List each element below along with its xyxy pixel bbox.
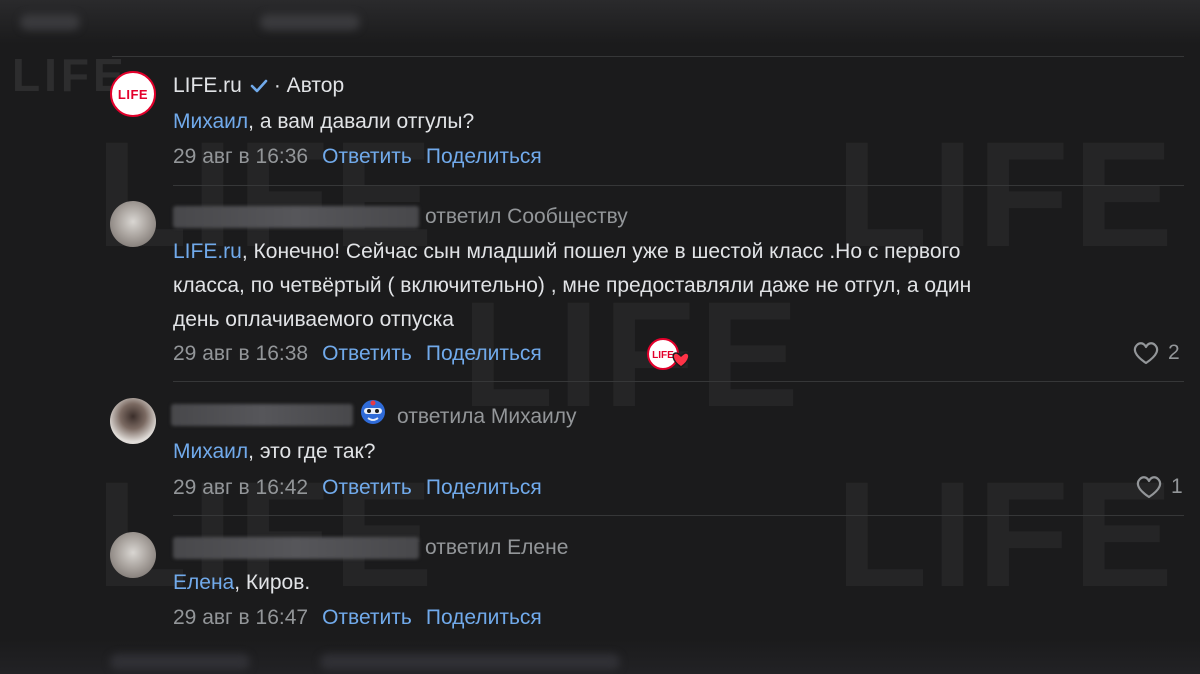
author-name-redacted[interactable] [173,537,419,559]
svg-text:LIFE: LIFE [652,350,674,361]
heart-outline-icon [1133,342,1159,365]
timestamp[interactable]: 29 авг в 16:42 [173,476,308,499]
comment-text: Елена, Киров. [173,570,310,596]
avatar[interactable] [110,398,156,444]
mention-link[interactable]: Михаил [173,440,248,463]
reply-button[interactable]: Ответить [322,606,412,629]
reply-to-label: ответил Елене [425,536,569,559]
share-button[interactable]: Поделиться [426,606,542,629]
blurred-bottom-area [0,640,1200,674]
reply-button[interactable]: Ответить [322,342,412,365]
timestamp[interactable]: 29 авг в 16:38 [173,342,308,365]
divider [112,56,1184,57]
mention-link[interactable]: LIFE.ru [173,240,242,263]
share-button[interactable]: Поделиться [426,145,542,168]
author-name-redacted[interactable] [171,404,353,426]
comment-body: , а вам давали отгулы? [248,110,475,133]
comment-body: , Конечно! Сейчас сын младший пошел уже … [241,240,961,263]
comment-footer: 29 авг в 16:42 Ответить Поделиться [173,475,556,501]
like-count: 2 [1168,341,1180,364]
like-button[interactable]: 1 [1135,475,1183,499]
avatar-logo-text: LIFE [117,86,149,102]
author-name-redacted[interactable] [173,206,419,228]
comment-body: , это где так? [248,440,376,463]
avatar[interactable] [110,532,156,578]
heart-outline-icon [1136,476,1162,499]
comment-header: LIFE.ru · Автор [173,73,344,99]
avatar[interactable] [110,201,156,247]
verified-check-icon [250,80,268,93]
divider [173,381,1184,382]
share-button[interactable]: Поделиться [426,342,542,365]
comment-text: Михаил, а вам давали отгулы? [173,109,474,135]
comment-text-line: день оплачиваемого отпуска [173,308,454,331]
timestamp[interactable]: 29 авг в 16:47 [173,606,308,629]
mention-link[interactable]: Михаил [173,110,248,133]
divider [173,185,1184,186]
share-button[interactable]: Поделиться [426,476,542,499]
avatar[interactable]: LIFE [110,71,156,117]
like-button[interactable]: 2 [1132,341,1180,365]
reply-button[interactable]: Ответить [322,476,412,499]
mention-link[interactable]: Елена [173,571,234,594]
comment-body: , Киров. [234,571,311,594]
blurred-top-area [0,0,1200,44]
watermark-logo: LIFE [836,448,1177,621]
author-role: · Автор [273,74,345,97]
comment-footer: 29 авг в 16:38 Ответить Поделиться [173,341,556,367]
like-count: 1 [1171,475,1183,498]
timestamp[interactable]: 29 авг в 16:36 [173,145,308,168]
reply-button[interactable]: Ответить [322,145,412,168]
sticker-badge-icon [361,400,385,424]
author-like-badge-icon: LIFE [647,338,690,370]
comment-footer: 29 авг в 16:47 Ответить Поделиться [173,605,556,631]
reply-to-label: ответила Михаилу [397,405,577,428]
comment-text-line: класса, по четвёртый ( включительно) , м… [173,274,972,297]
reply-to-label: ответил Сообществу [425,205,628,228]
author-name[interactable]: LIFE.ru [173,74,242,97]
comment-text: Михаил, это где так? [173,439,375,465]
comment-footer: 29 авг в 16:36 Ответить Поделиться [173,144,556,170]
comment-text: LIFE.ru, Конечно! Сейчас сын младший пош… [173,239,960,265]
divider [173,515,1184,516]
